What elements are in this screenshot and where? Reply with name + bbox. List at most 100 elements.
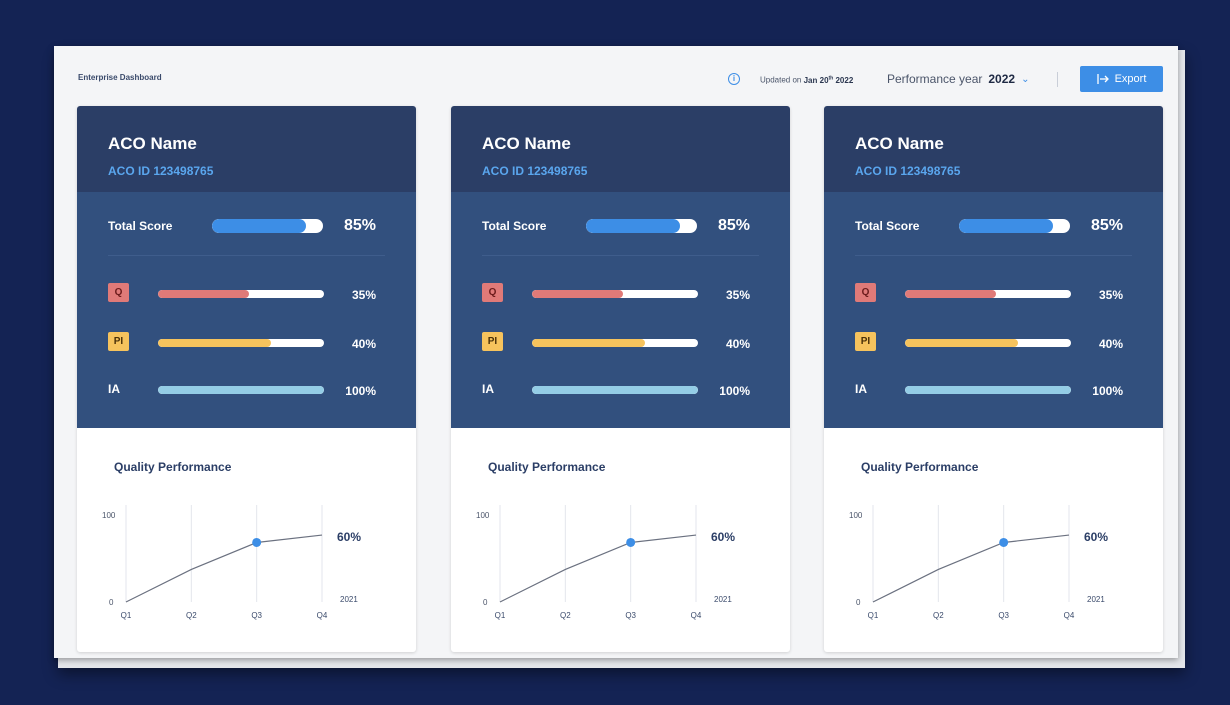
q-badge: Q <box>108 283 129 302</box>
aco-card[interactable]: ACO Name ACO ID 123498765 Total Score 85… <box>77 106 416 652</box>
y-tick-label: 100 <box>849 511 863 520</box>
metric-row-pi: PI 40% <box>855 332 1163 352</box>
y-tick-label: 0 <box>483 598 488 607</box>
quality-performance-chart: 100 0 Q1 Q2 Q3 Q4 60% 2021 <box>102 505 361 620</box>
q-badge: Q <box>482 283 503 302</box>
x-tick-label: Q2 <box>560 611 571 620</box>
performance-year-select[interactable]: Performance year 2022 ⌄ <box>887 72 1029 86</box>
x-tick-label: Q2 <box>933 611 944 620</box>
end-value-label: 60% <box>1084 530 1108 544</box>
total-score-row: Total Score 85% <box>855 216 1163 236</box>
pi-value: 40% <box>725 337 750 351</box>
app-title: Enterprise Dashboard <box>78 73 162 82</box>
updated-text: Updated on Jan 20th 2022 <box>760 75 854 85</box>
card-header: ACO Name ACO ID 123498765 <box>824 106 1163 192</box>
ia-label: IA <box>108 382 120 396</box>
total-score-bar <box>959 219 1070 233</box>
chart-title: Quality Performance <box>861 460 979 474</box>
x-tick-label: Q4 <box>691 611 702 620</box>
metric-row-pi: PI 40% <box>108 332 416 352</box>
total-score-value: 85% <box>343 217 376 234</box>
x-tick-label: Q1 <box>495 611 506 620</box>
x-tick-label: Q1 <box>121 611 132 620</box>
end-value-label: 60% <box>711 530 735 544</box>
total-score-label: Total Score <box>482 219 547 233</box>
metric-row-q: Q 35% <box>482 283 790 303</box>
y-tick-label: 0 <box>856 598 861 607</box>
ia-label: IA <box>855 382 867 396</box>
pi-bar <box>905 339 1071 347</box>
score-section: Total Score 85% Q 35% PI 40% IA 100% <box>451 192 790 428</box>
divider <box>108 255 385 256</box>
chart-title: Quality Performance <box>488 460 606 474</box>
total-score-label: Total Score <box>108 219 173 233</box>
x-tick-label: Q3 <box>251 611 262 620</box>
ia-value: 100% <box>719 384 750 398</box>
q-bar <box>158 290 324 298</box>
divider <box>1057 72 1058 87</box>
export-icon <box>1096 74 1109 84</box>
total-score-label: Total Score <box>855 219 920 233</box>
ia-value: 100% <box>345 384 376 398</box>
q-bar <box>905 290 1071 298</box>
aco-name: ACO Name <box>108 134 197 153</box>
quality-performance-chart: 100 0 Q1 Q2 Q3 Q4 60% 2021 <box>849 505 1108 620</box>
performance-year-label: Performance year <box>887 72 983 86</box>
x-tick-label: Q4 <box>317 611 328 620</box>
aco-id: ACO ID 123498765 <box>855 164 961 178</box>
score-section: Total Score 85% Q 35% PI 40% IA 100% <box>824 192 1163 428</box>
data-point <box>626 537 636 547</box>
score-section: Total Score 85% Q 35% PI 40% IA 100% <box>77 192 416 428</box>
q-value: 35% <box>725 288 750 302</box>
metric-row-ia: IA 100% <box>855 379 1163 399</box>
pi-bar <box>158 339 324 347</box>
total-score-bar <box>586 219 697 233</box>
chevron-down-icon: ⌄ <box>1021 73 1030 85</box>
metric-row-pi: PI 40% <box>482 332 790 352</box>
export-button[interactable]: Export <box>1080 66 1163 92</box>
pi-value: 40% <box>351 337 376 351</box>
info-icon[interactable]: i <box>728 73 740 85</box>
ia-bar <box>532 386 698 394</box>
aco-id: ACO ID 123498765 <box>482 164 588 178</box>
q-value: 35% <box>1098 288 1123 302</box>
quality-performance-chart: 100 0 Q1 Q2 Q3 Q4 60% 2021 <box>476 505 735 620</box>
total-score-bar <box>212 219 323 233</box>
performance-year-value: 2022 <box>988 72 1016 86</box>
aco-card[interactable]: ACO Name ACO ID 123498765 Total Score 85… <box>451 106 790 652</box>
pi-badge: PI <box>482 332 503 351</box>
total-score-value: 85% <box>1090 217 1123 234</box>
export-label: Export <box>1114 73 1147 85</box>
aco-id: ACO ID 123498765 <box>108 164 214 178</box>
year-label: 2021 <box>340 595 358 604</box>
metric-row-q: Q 35% <box>855 283 1163 303</box>
year-label: 2021 <box>714 595 732 604</box>
pi-value: 40% <box>1098 337 1123 351</box>
q-value: 35% <box>351 288 376 302</box>
x-tick-label: Q3 <box>625 611 636 620</box>
divider <box>482 255 759 256</box>
metric-row-ia: IA 100% <box>482 379 790 399</box>
aco-name: ACO Name <box>482 134 571 153</box>
total-score-row: Total Score 85% <box>482 216 790 236</box>
x-tick-label: Q1 <box>868 611 879 620</box>
y-tick-label: 100 <box>102 511 116 520</box>
y-tick-label: 100 <box>476 511 490 520</box>
data-point <box>252 537 262 547</box>
total-score-row: Total Score 85% <box>108 216 416 236</box>
ia-label: IA <box>482 382 494 396</box>
x-tick-label: Q2 <box>186 611 197 620</box>
pi-badge: PI <box>108 332 129 351</box>
series-line <box>872 534 1070 603</box>
aco-card[interactable]: ACO Name ACO ID 123498765 Total Score 85… <box>824 106 1163 652</box>
chart-title: Quality Performance <box>114 460 232 474</box>
q-badge: Q <box>855 283 876 302</box>
y-tick-label: 0 <box>109 598 114 607</box>
x-tick-label: Q3 <box>998 611 1009 620</box>
divider <box>855 255 1132 256</box>
metric-row-ia: IA 100% <box>108 379 416 399</box>
ia-value: 100% <box>1092 384 1123 398</box>
series-line <box>499 534 697 603</box>
pi-bar <box>532 339 698 347</box>
dashboard-panel: Enterprise Dashboard i Updated on Jan 20… <box>54 46 1178 658</box>
